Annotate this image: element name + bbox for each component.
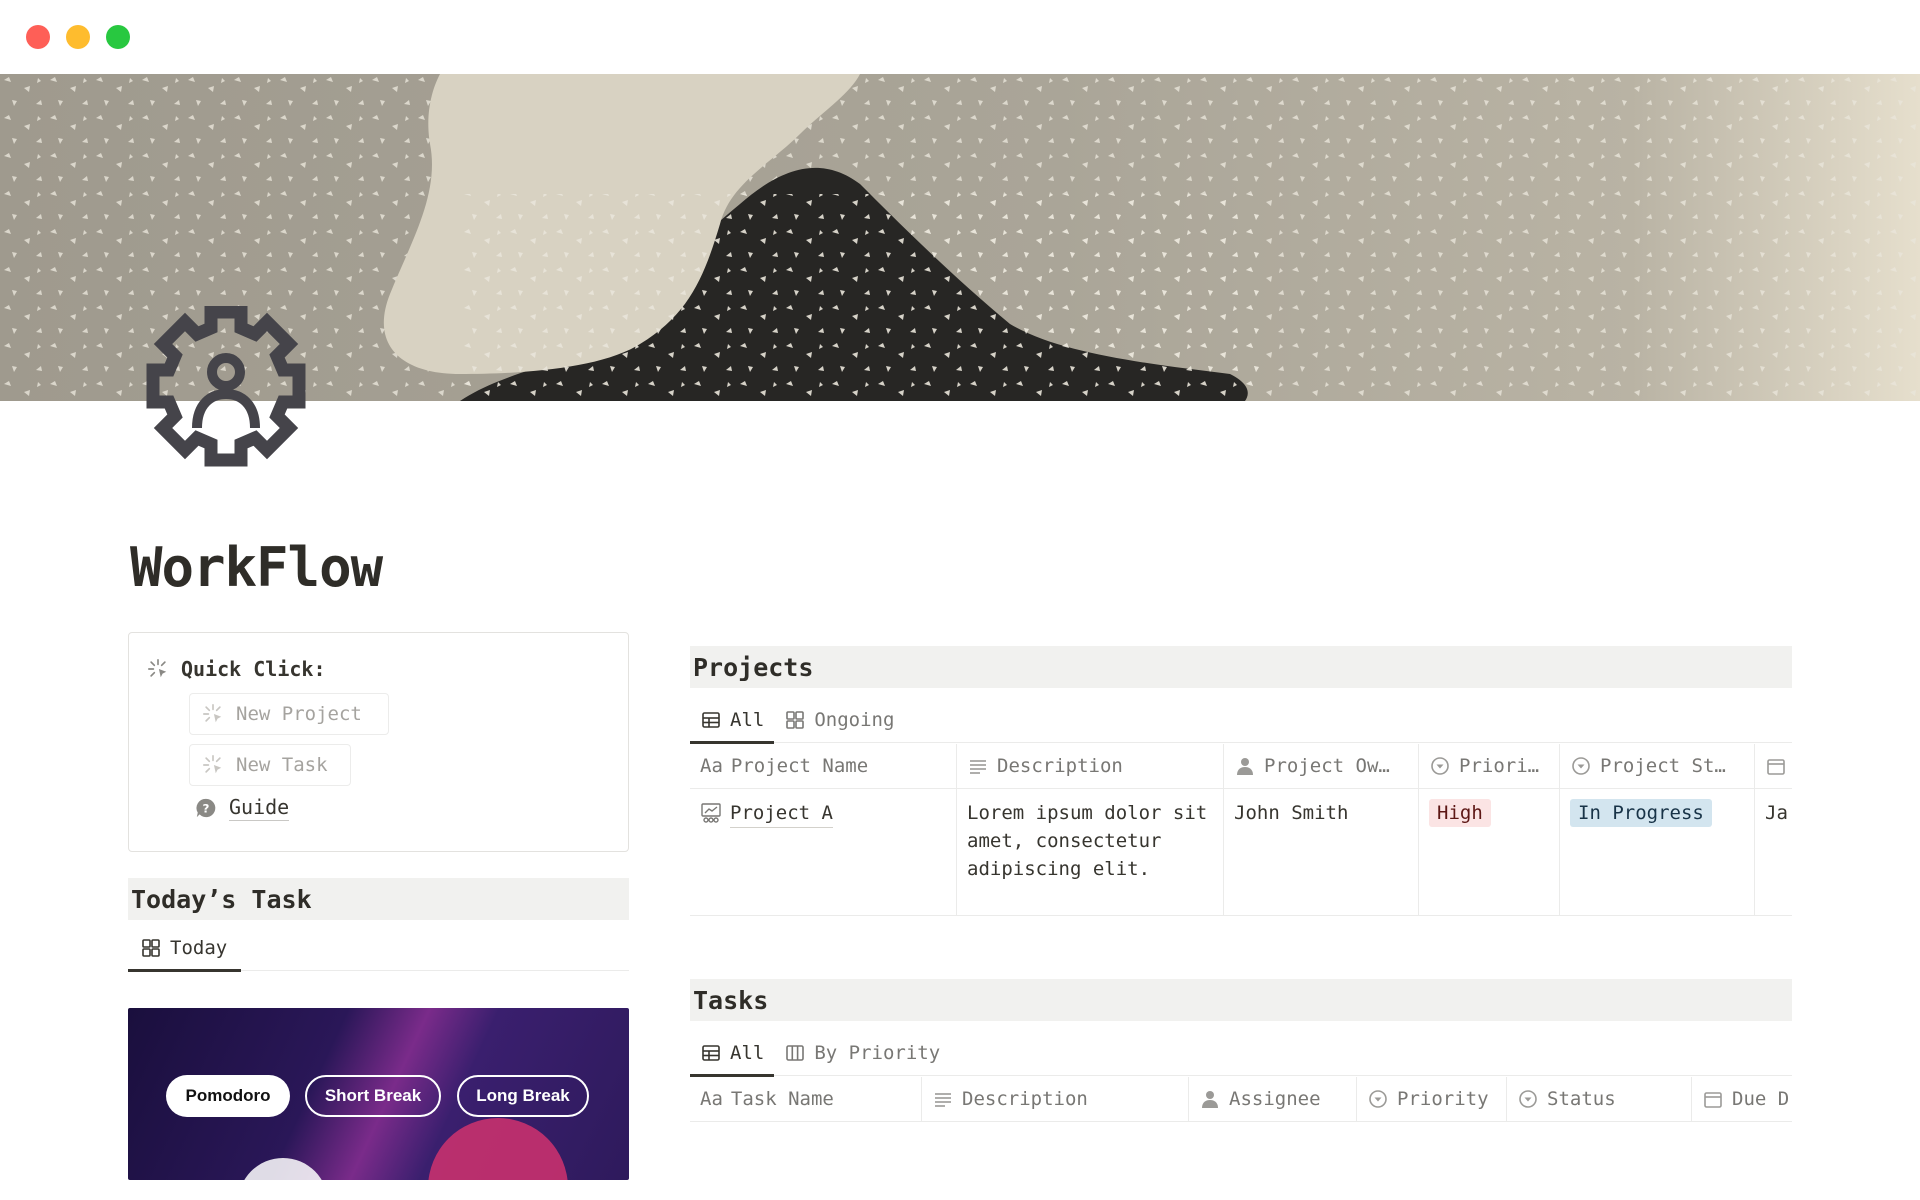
sparkle-cursor-icon — [202, 703, 224, 725]
column-header-description[interactable]: Description — [957, 744, 1224, 788]
gear-user-icon[interactable] — [145, 305, 307, 468]
maximize-window-button[interactable] — [106, 25, 130, 49]
calendar-icon — [1702, 1088, 1724, 1110]
project-name-text[interactable]: Project A — [730, 799, 833, 828]
new-task-label: New Task — [236, 754, 328, 776]
sparkle-cursor-icon — [202, 754, 224, 776]
column-header-status[interactable]: Status — [1507, 1077, 1692, 1121]
column-header-date[interactable] — [1755, 744, 1792, 788]
long-break-mode-button[interactable]: Long Break — [457, 1075, 589, 1117]
gallery-view-icon — [784, 709, 806, 731]
status-cell[interactable]: In Progress — [1560, 789, 1755, 915]
status-tag: In Progress — [1570, 799, 1712, 827]
table-row[interactable]: Project A Lorem ipsum dolor sit amet, co… — [690, 789, 1792, 916]
column-label: Project Name — [730, 755, 869, 777]
table-view-icon — [700, 709, 722, 731]
todays-task-view-tabs: Today — [128, 926, 629, 972]
select-chevron-circle-icon — [1570, 755, 1592, 777]
board-view-icon — [784, 1042, 806, 1064]
person-icon — [1199, 1088, 1221, 1110]
column-header-assignee[interactable]: Assignee — [1189, 1077, 1357, 1121]
decorative-glow — [428, 1118, 568, 1180]
tab-label: Ongoing — [814, 709, 895, 731]
column-header-project-owner[interactable]: Project Ow… — [1224, 744, 1419, 788]
sparkle-cursor-icon — [147, 658, 169, 680]
page-title[interactable]: WorkFlow — [130, 536, 383, 599]
column-label: Priori… — [1459, 755, 1540, 777]
quick-click-label: Quick Click: — [181, 657, 326, 681]
projects-heading[interactable]: Projects — [690, 646, 1792, 688]
select-chevron-circle-icon — [1429, 755, 1451, 777]
column-header-due-date[interactable]: Due D — [1692, 1077, 1792, 1121]
column-label: Description — [997, 755, 1123, 777]
tab-today[interactable]: Today — [128, 926, 242, 972]
todays-task-heading[interactable]: Today’s Task — [128, 878, 629, 920]
select-chevron-circle-icon — [1517, 1088, 1539, 1110]
decorative-glow — [238, 1158, 328, 1180]
tab-today-label: Today — [170, 937, 228, 959]
tab-label: All — [730, 709, 765, 731]
owner-cell[interactable]: John Smith — [1224, 789, 1419, 915]
quick-click-callout: Quick Click: New Project New Task ? Guid… — [128, 632, 629, 852]
projects-table: Aa Project Name Description Project Ow… … — [690, 744, 1792, 916]
callout-header: Quick Click: — [147, 657, 326, 681]
new-task-button[interactable]: New Task — [189, 744, 351, 786]
column-header-project-name[interactable]: Aa Project Name — [690, 744, 957, 788]
window-titlebar — [0, 0, 1920, 74]
column-header-project-status[interactable]: Project St… — [1560, 744, 1755, 788]
date-cell[interactable]: Ja — [1755, 789, 1792, 915]
column-label: Priority — [1397, 1088, 1489, 1110]
project-name-cell[interactable]: Project A — [690, 789, 957, 915]
description-cell[interactable]: Lorem ipsum dolor sit amet, consectetur … — [957, 789, 1224, 915]
table-header-row: Aa Project Name Description Project Ow… … — [690, 744, 1792, 789]
text-lines-icon — [932, 1088, 954, 1110]
tab-projects-ongoing[interactable]: Ongoing — [774, 698, 904, 742]
tab-projects-all[interactable]: All — [690, 698, 775, 744]
guide-link[interactable]: ? Guide — [195, 795, 290, 821]
minimize-window-button[interactable] — [66, 25, 90, 49]
project-chart-icon — [700, 802, 722, 824]
column-label: Status — [1547, 1088, 1616, 1110]
text-property-icon: Aa — [700, 1088, 723, 1110]
column-header-priority[interactable]: Priori… — [1419, 744, 1560, 788]
column-label: Task Name — [730, 1088, 834, 1110]
column-header-task-name[interactable]: Aa Task Name — [690, 1077, 922, 1121]
column-label: Project St… — [1600, 755, 1726, 777]
priority-tag: High — [1429, 799, 1491, 827]
new-project-button[interactable]: New Project — [189, 693, 389, 735]
tab-label: All — [730, 1042, 765, 1064]
svg-text:?: ? — [203, 802, 210, 816]
tasks-view-tabs: All By Priority — [690, 1031, 1792, 1077]
projects-view-tabs: All Ongoing — [690, 698, 1792, 744]
calendar-icon — [1765, 755, 1787, 777]
pomodoro-timer-widget: Pomodoro Short Break Long Break — [128, 1008, 629, 1180]
column-label: Project Ow… — [1264, 755, 1390, 777]
new-project-label: New Project — [236, 703, 362, 725]
column-header-description[interactable]: Description — [922, 1077, 1189, 1121]
priority-cell[interactable]: High — [1419, 789, 1560, 915]
text-property-icon: Aa — [700, 755, 723, 777]
table-header-row: Aa Task Name Description Assignee Priori… — [690, 1077, 1792, 1122]
text-lines-icon — [967, 755, 989, 777]
column-label: Assignee — [1229, 1088, 1321, 1110]
guide-label: Guide — [229, 795, 290, 821]
gallery-view-icon — [140, 937, 162, 959]
tab-tasks-by-priority[interactable]: By Priority — [774, 1031, 950, 1075]
tab-label: By Priority — [814, 1042, 941, 1064]
person-icon — [1234, 755, 1256, 777]
tasks-heading[interactable]: Tasks — [690, 979, 1792, 1021]
select-chevron-circle-icon — [1367, 1088, 1389, 1110]
column-label: Due D — [1732, 1088, 1790, 1110]
pomodoro-mode-button[interactable]: Pomodoro — [166, 1075, 290, 1117]
short-break-mode-button[interactable]: Short Break — [305, 1075, 441, 1117]
table-view-icon — [700, 1042, 722, 1064]
tasks-table: Aa Task Name Description Assignee Priori… — [690, 1077, 1792, 1139]
close-window-button[interactable] — [26, 25, 50, 49]
tab-tasks-all[interactable]: All — [690, 1031, 775, 1077]
column-label: Description — [962, 1088, 1088, 1110]
question-bubble-icon: ? — [195, 797, 217, 819]
column-header-priority[interactable]: Priority — [1357, 1077, 1507, 1121]
